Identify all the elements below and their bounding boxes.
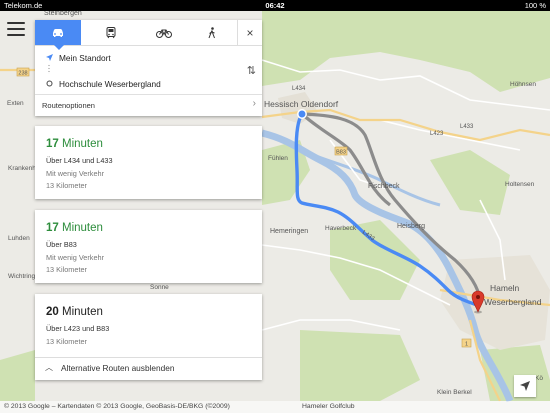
close-icon[interactable]: × xyxy=(237,20,262,45)
place-label: Fischbeck xyxy=(368,183,400,190)
place-label: Hameler Golfclub xyxy=(302,403,355,410)
route-via: Über L423 und B83 xyxy=(46,324,110,333)
map-footer: © 2013 Google – Kartendaten © 2013 Googl… xyxy=(0,401,550,413)
start-marker[interactable] xyxy=(297,109,307,119)
battery-label: 100 % xyxy=(524,1,546,10)
place-label: Höhnsen xyxy=(510,81,536,88)
location-arrow-icon xyxy=(46,54,53,61)
route-distance: 13 Kilometer xyxy=(46,337,87,346)
hide-alternatives-label: Alternative Routen ausblenden xyxy=(61,363,175,373)
road-label: L434 xyxy=(292,86,306,92)
destination-input[interactable]: Hochschule Weserbergland xyxy=(59,79,161,89)
walking-icon[interactable] xyxy=(189,20,235,45)
place-label: Klein Berkel xyxy=(437,389,472,396)
route-duration-unit: Minuten xyxy=(62,138,103,150)
hide-alternatives-button[interactable]: ︿ Alternative Routen ausblenden xyxy=(35,357,262,380)
route-duration-unit: Minuten xyxy=(62,222,103,234)
road-shield-1: 1 xyxy=(461,338,472,348)
transit-icon[interactable] xyxy=(88,20,134,45)
directions-panel: × Mein Standort ⇅ Hochschule Weserbergla… xyxy=(35,20,262,116)
swap-icon[interactable]: ⇅ xyxy=(247,64,256,77)
road-label: L423 xyxy=(430,131,444,137)
place-label: Hameln xyxy=(490,283,520,293)
bicycle-icon[interactable] xyxy=(141,20,187,45)
place-label: Exten xyxy=(7,100,24,107)
place-label: Sonne xyxy=(150,284,169,291)
place-label: Steinbergen xyxy=(44,10,82,17)
place-label: Luhden xyxy=(8,235,30,242)
place-label: Hemeringen xyxy=(270,228,308,235)
svg-text:238: 238 xyxy=(18,71,27,77)
place-label: Kö xyxy=(535,375,543,382)
route-card[interactable]: 17 Minuten Über B83 Mit wenig Verkehr 13… xyxy=(35,210,262,283)
route-via: Über L434 und L433 xyxy=(46,156,113,165)
place-label: Haverbeck xyxy=(325,225,357,232)
svg-text:B83: B83 xyxy=(336,150,346,156)
start-input[interactable]: Mein Standort xyxy=(59,53,111,63)
route-options-link[interactable]: Routenoptionen xyxy=(42,101,95,110)
road-shield-b83: B83 xyxy=(334,146,348,156)
road-label: L433 xyxy=(460,124,474,130)
place-label: Hessisch Oldendorf xyxy=(264,99,339,109)
route-via: Über B83 xyxy=(46,240,77,249)
destination-circle-icon xyxy=(46,80,53,87)
route-card[interactable]: 20 Minuten Über L423 und B83 13 Kilomete… xyxy=(35,294,262,380)
route-traffic: Mit wenig Verkehr xyxy=(46,169,104,178)
route-duration-number: 17 xyxy=(46,138,59,150)
place-label: Heisberg xyxy=(397,223,425,230)
route-distance: 13 Kilometer xyxy=(46,181,87,190)
route-connector xyxy=(48,64,50,74)
road-shield-238: 238 xyxy=(16,67,30,77)
route-distance: 13 Kilometer xyxy=(46,265,87,274)
clock: 06:42 xyxy=(265,1,285,10)
chevron-right-icon[interactable]: › xyxy=(253,98,256,109)
route-duration-number: 20 xyxy=(46,306,59,318)
travel-mode-tabs: × xyxy=(35,20,262,50)
location-arrow-icon xyxy=(520,381,530,391)
route-duration-number: 17 xyxy=(46,222,59,234)
copyright-text: © 2013 Google – Kartendaten © 2013 Googl… xyxy=(4,403,230,410)
route-card[interactable]: 17 Minuten Über L434 und L433 Mit wenig … xyxy=(35,126,262,199)
place-label: Holtensen xyxy=(505,181,535,188)
status-bar: Telekom.de 06:42 100 % xyxy=(0,0,550,11)
chevron-up-icon: ︿ xyxy=(45,363,53,372)
place-label: Fühlen xyxy=(268,155,288,162)
place-label: Weserbergland xyxy=(484,297,542,307)
car-icon[interactable] xyxy=(35,20,81,50)
svg-text:1: 1 xyxy=(465,342,468,348)
my-location-button[interactable] xyxy=(514,375,536,397)
hamburger-menu-icon[interactable] xyxy=(7,22,25,38)
route-traffic: Mit wenig Verkehr xyxy=(46,253,104,262)
route-duration-unit: Minuten xyxy=(62,306,103,318)
